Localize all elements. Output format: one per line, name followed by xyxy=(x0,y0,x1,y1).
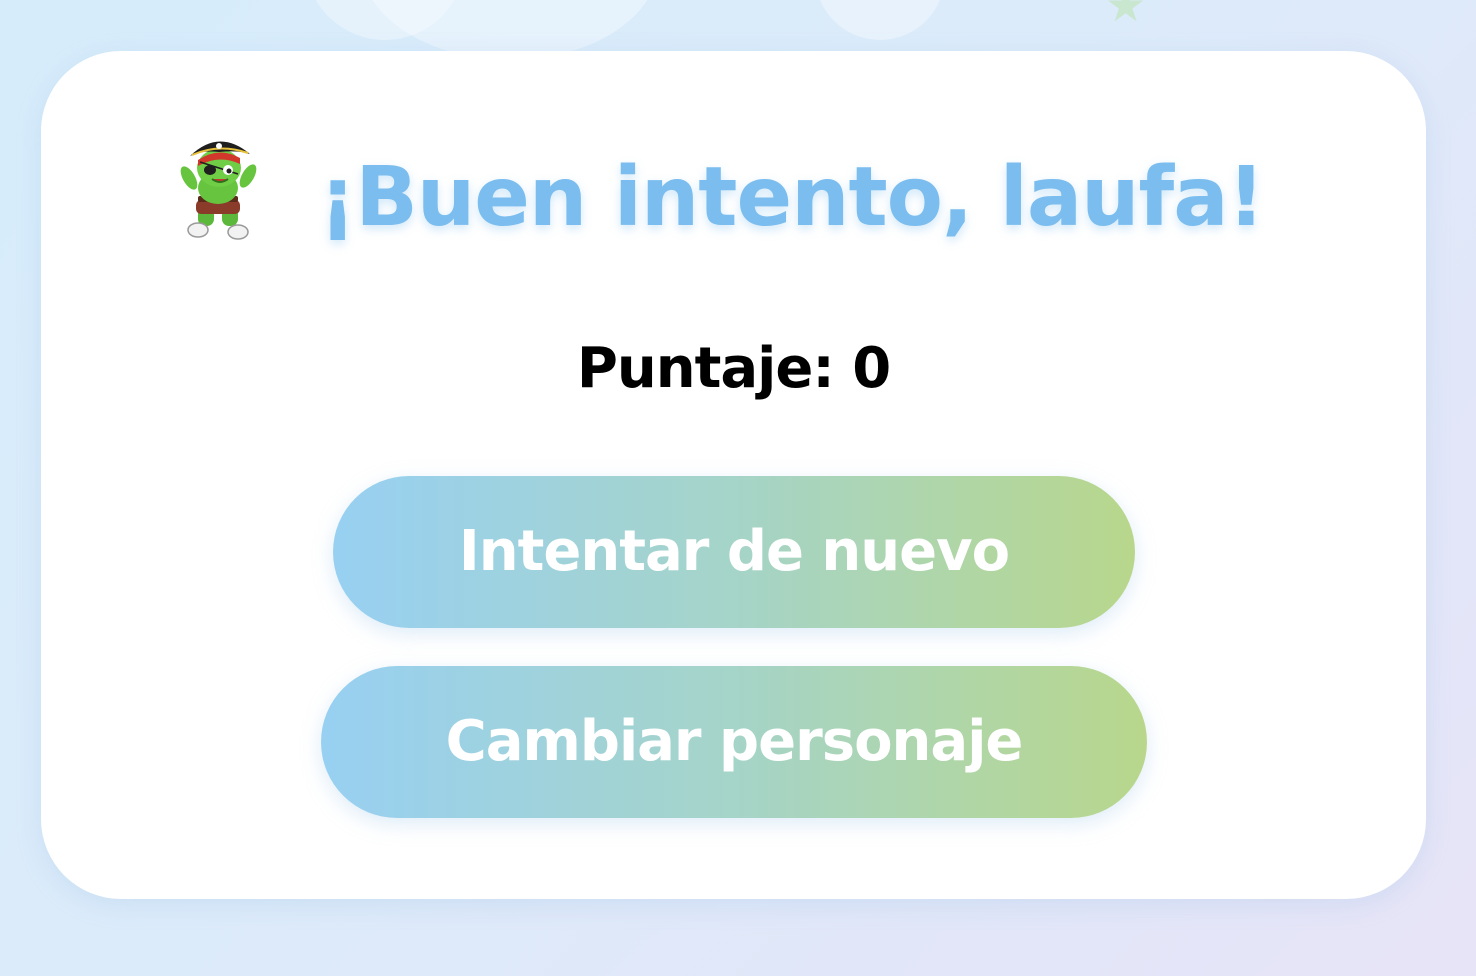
change-character-button[interactable]: Cambiar personaje xyxy=(321,666,1147,818)
background-star-icon: ★ xyxy=(1105,0,1147,32)
pirate-gummy-bear-icon xyxy=(180,141,257,240)
retry-button[interactable]: Intentar de nuevo xyxy=(333,476,1135,628)
result-card: ¡Buen intento, laufa! Puntaje: 0 Intenta… xyxy=(41,51,1426,899)
result-header: ¡Buen intento, laufa! xyxy=(41,141,1426,266)
score-display: Puntaje: 0 xyxy=(576,336,891,401)
background-bubble xyxy=(815,0,945,40)
result-title: ¡Buen intento, laufa! xyxy=(319,150,1265,245)
